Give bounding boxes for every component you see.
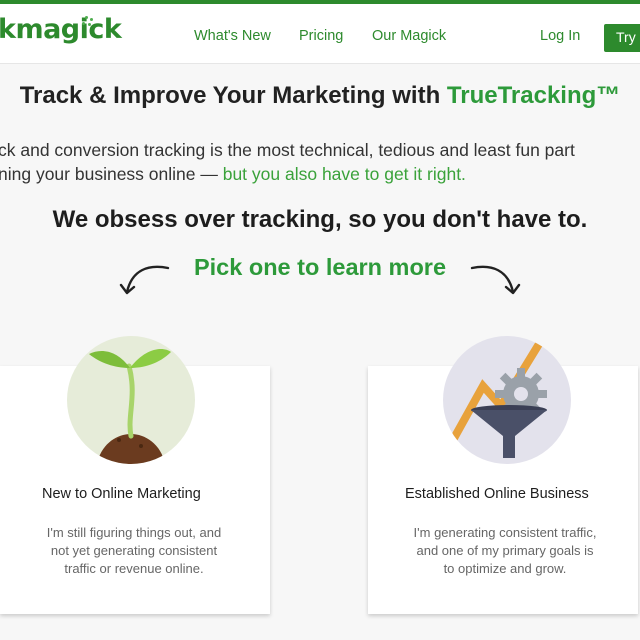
nav-pricing[interactable]: Pricing [299, 28, 343, 44]
hero-title-prefix: Track & Improve Your Marketing with [19, 82, 447, 109]
card-description: I'm generating consistent traffic, and o… [398, 524, 612, 578]
hero-title-accent: TrueTracking™ [446, 82, 621, 109]
card-description-line: not yet generating consistent [50, 543, 218, 558]
card-description-line: traffic or revenue online. [64, 561, 204, 576]
card-title: Established Online Business [405, 486, 589, 502]
card-description-line: to optimize and grow. [443, 561, 567, 576]
funnel-gear-icon [443, 336, 571, 464]
login-link[interactable]: Log In [540, 28, 580, 44]
card-description-line: I'm still figuring things out, and [46, 525, 222, 540]
intro-line-2: ning your business online — but you also… [0, 164, 466, 185]
logo-text: kmagick [0, 14, 122, 45]
obsess-heading: We obsess over tracking, so you don't ha… [52, 206, 588, 233]
nav-whats-new[interactable]: What's New [194, 28, 271, 44]
nav-our-magick[interactable]: Our Magick [372, 28, 446, 44]
intro-line-2-prefix: ning your business online — [0, 164, 223, 184]
intro-line-2-highlight: but you also have to get it right. [222, 164, 466, 184]
right-curved-arrow-icon [470, 265, 521, 295]
card-title: New to Online Marketing [42, 486, 201, 502]
card-description-line: and one of my primary goals is [416, 543, 594, 558]
intro-line-1: ck and conversion tracking is the most t… [0, 140, 575, 160]
brand-logo[interactable]: kmagick [0, 14, 122, 45]
site-header: kmagick What's New Pricing Our Magick Lo… [0, 4, 640, 64]
card-description: I'm still figuring things out, and not y… [28, 524, 240, 578]
pick-one-heading: Pick one to learn more [193, 254, 447, 280]
hero-title: Track & Improve Your Marketing with True… [0, 82, 640, 110]
card-description-line: I'm generating consistent traffic, [413, 525, 597, 540]
try-button[interactable]: Try [604, 24, 640, 52]
sparkle-icon [82, 16, 94, 26]
sprout-icon [67, 336, 195, 464]
